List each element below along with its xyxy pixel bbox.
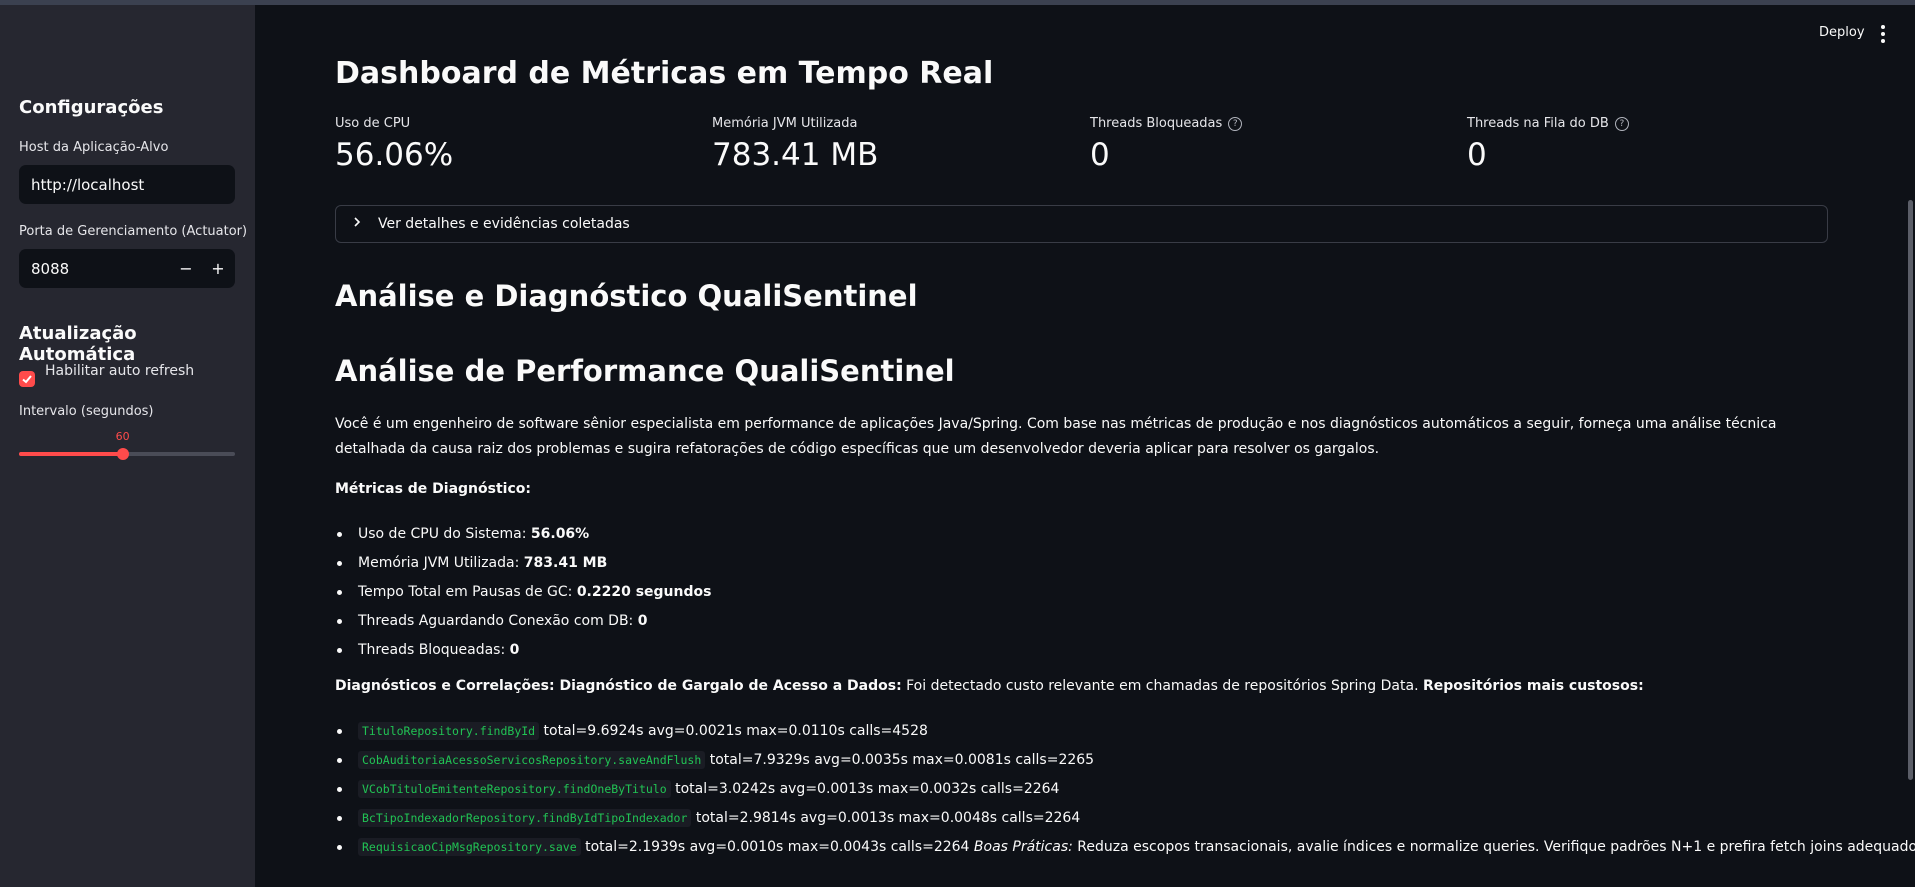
metric-cpu: Uso de CPU 56.06% [335, 116, 712, 173]
deploy-button[interactable]: Deploy [1819, 25, 1865, 40]
repo-code: RequisicaoCipMsgRepository.save [358, 838, 581, 856]
vertical-scrollbar[interactable] [1908, 200, 1913, 780]
metric-blocked-threads: Threads Bloqueadas? 0 [1090, 116, 1467, 173]
sidebar-title: Configurações [19, 97, 164, 118]
list-item: BcTipoIndexadorRepository.findByIdTipoIn… [335, 807, 1830, 836]
list-item: Tempo Total em Pausas de GC: 0.2220 segu… [335, 581, 1830, 610]
chevron-right-icon [352, 216, 368, 232]
interval-slider-handle[interactable] [116, 448, 129, 460]
metric-db-queue: Threads na Fila do DB? 0 [1467, 116, 1844, 173]
check-icon [22, 375, 32, 384]
port-decrement-button[interactable]: − [177, 259, 195, 278]
intro-paragraph: Você é um engenheiro de software sênior … [335, 416, 1777, 457]
more-menu-icon[interactable] [1881, 25, 1887, 46]
interval-value: 60 [115, 430, 130, 443]
list-item: Threads Bloqueadas: 0 [335, 639, 1830, 668]
host-input[interactable]: http://localhost [19, 165, 235, 204]
top-border [0, 0, 1915, 5]
metrics-heading: Métricas de Diagnóstico: [335, 481, 531, 497]
repositories-list: TituloRepository.findById total=9.6924s … [335, 720, 1915, 865]
list-item: RequisicaoCipMsgRepository.save total=2.… [335, 836, 1915, 865]
host-input-value: http://localhost [31, 175, 145, 194]
sidebar: Configurações Host da Aplicação-Alvo htt… [0, 5, 255, 887]
repo-code: VCobTituloEmitenteRepository.findOneByTi… [358, 780, 671, 798]
list-item: Threads Aguardando Conexão com DB: 0 [335, 610, 1830, 639]
metric-label: Threads Bloqueadas [1090, 116, 1223, 131]
host-label: Host da Aplicação-Alvo [19, 140, 169, 155]
list-item: TituloRepository.findById total=9.6924s … [335, 720, 1830, 749]
metric-label: Threads na Fila do DB [1467, 116, 1609, 131]
expander-label: Ver detalhes e evidências coletadas [378, 216, 630, 232]
repo-code: CobAuditoriaAcessoServicosRepository.sav… [358, 751, 706, 769]
metric-value: 783.41 MB [712, 137, 879, 173]
list-item: CobAuditoriaAcessoServicosRepository.sav… [335, 749, 1830, 778]
help-icon[interactable]: ? [1228, 116, 1243, 131]
repo-code: BcTipoIndexadorRepository.findByIdTipoIn… [358, 809, 692, 827]
list-item: Uso de CPU do Sistema: 56.06% [335, 523, 1830, 552]
metric-value: 0 [1090, 137, 1110, 173]
metric-value: 56.06% [335, 137, 454, 173]
list-item: Memória JVM Utilizada: 783.41 MB [335, 552, 1830, 581]
interval-slider[interactable] [19, 448, 235, 460]
help-icon[interactable]: ? [1614, 116, 1629, 131]
auto-refresh-title: Atualização Automática [19, 323, 137, 365]
diagnostic-metrics-list: Uso de CPU do Sistema: 56.06% Memória JV… [335, 523, 1830, 668]
details-expander[interactable]: Ver detalhes e evidências coletadas [335, 205, 1828, 243]
metric-value: 0 [1467, 137, 1487, 173]
interval-slider-fill [19, 452, 123, 456]
port-increment-button[interactable]: + [209, 259, 227, 278]
metric-label: Memória JVM Utilizada [712, 116, 858, 131]
auto-refresh-label: Habilitar auto refresh [45, 363, 195, 379]
page-title: Dashboard de Métricas em Tempo Real [335, 56, 994, 91]
interval-label: Intervalo (segundos) [19, 404, 154, 419]
metric-label: Uso de CPU [335, 116, 411, 131]
diagnosis-heading: Análise e Diagnóstico QualiSentinel [335, 279, 918, 313]
port-stepper[interactable]: 8088 [19, 249, 235, 288]
list-item: VCobTituloEmitenteRepository.findOneByTi… [335, 778, 1830, 807]
metric-memory: Memória JVM Utilizada 783.41 MB [712, 116, 1089, 173]
repo-code: TituloRepository.findById [358, 722, 540, 740]
diagnosis-text: Diagnósticos e Correlações: Diagnóstico … [335, 678, 1644, 694]
auto-refresh-checkbox[interactable] [19, 371, 35, 387]
port-input-value: 8088 [31, 259, 70, 278]
port-label: Porta de Gerenciamento (Actuator) [19, 224, 248, 239]
performance-heading: Análise de Performance QualiSentinel [335, 354, 955, 388]
